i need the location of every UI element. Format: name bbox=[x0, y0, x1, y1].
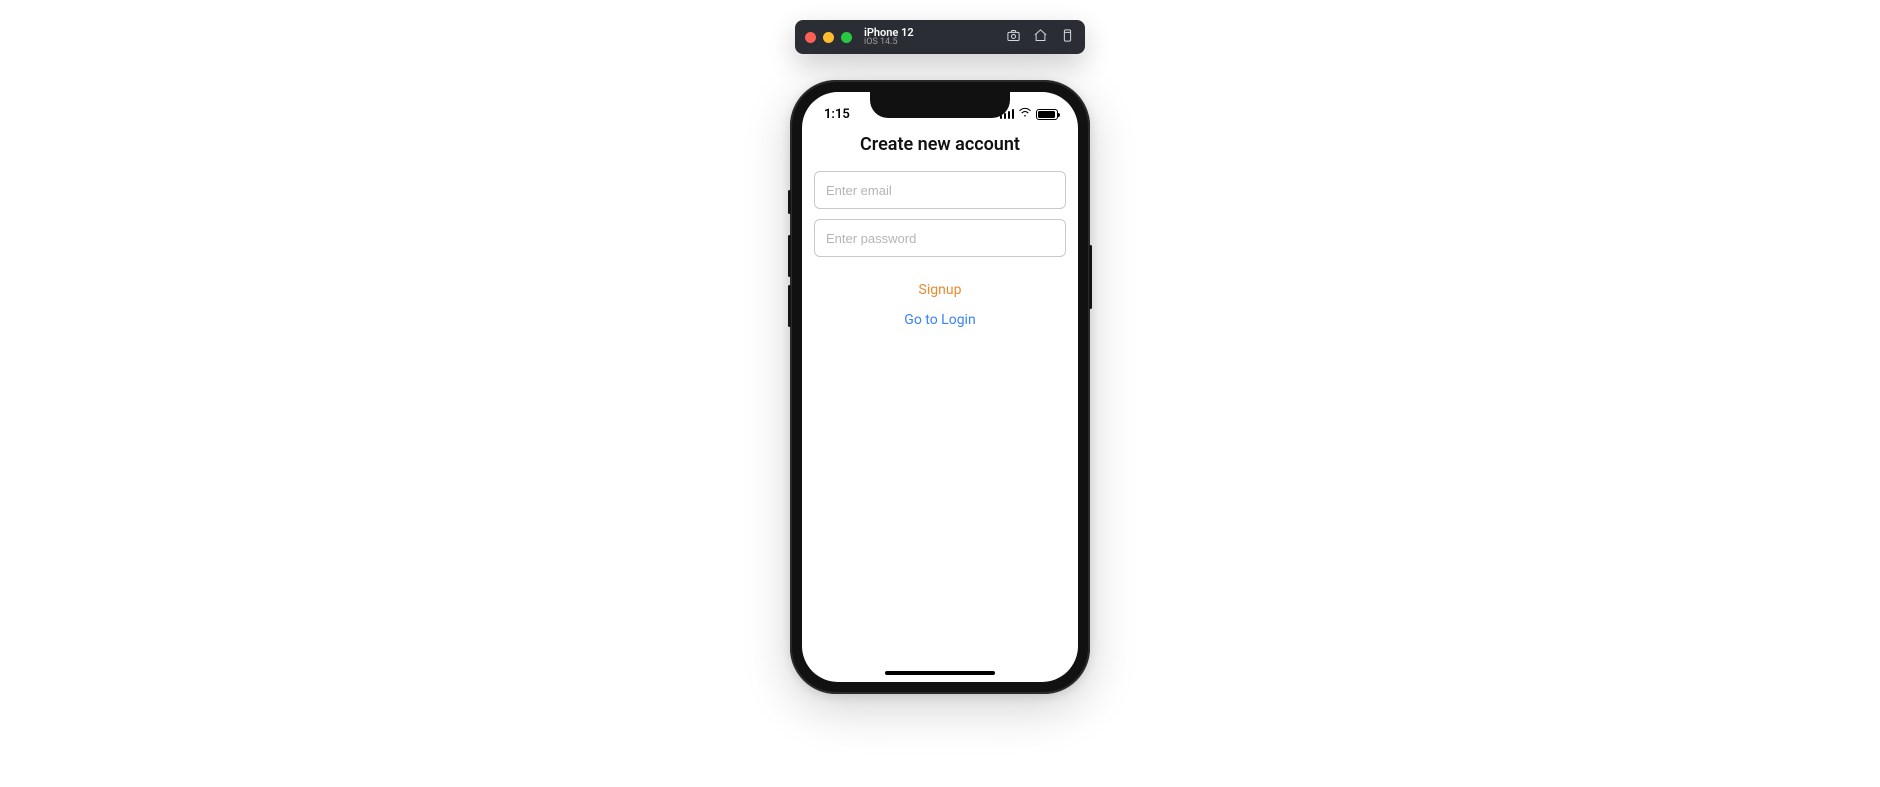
power-button bbox=[1089, 245, 1092, 309]
volume-up-button bbox=[788, 235, 791, 277]
iphone-device-frame: 1:15 Create new acc bbox=[790, 80, 1090, 694]
window-zoom-button[interactable] bbox=[841, 32, 852, 43]
window-close-button[interactable] bbox=[805, 32, 816, 43]
window-traffic-lights bbox=[805, 32, 852, 43]
rotate-icon[interactable] bbox=[1060, 28, 1075, 47]
mute-switch bbox=[788, 190, 791, 214]
simulator-title-group: iPhone 12 iOS 14.5 bbox=[864, 27, 914, 48]
password-field[interactable] bbox=[814, 219, 1066, 257]
page-title: Create new account bbox=[814, 134, 1066, 155]
email-field[interactable] bbox=[814, 171, 1066, 209]
volume-down-button bbox=[788, 285, 791, 327]
simulator-title-bar: iPhone 12 iOS 14.5 bbox=[795, 20, 1085, 54]
device-notch bbox=[870, 92, 1010, 118]
window-minimize-button[interactable] bbox=[823, 32, 834, 43]
wifi-icon bbox=[1018, 107, 1032, 122]
signup-button[interactable]: Signup bbox=[814, 277, 1066, 303]
home-indicator[interactable] bbox=[885, 671, 995, 675]
screenshot-icon[interactable] bbox=[1006, 28, 1021, 47]
signup-screen: Create new account Signup Go to Login bbox=[802, 132, 1078, 333]
device-screen: 1:15 Create new acc bbox=[802, 92, 1078, 682]
go-to-login-button[interactable]: Go to Login bbox=[814, 307, 1066, 333]
battery-icon bbox=[1036, 109, 1058, 120]
status-time: 1:15 bbox=[824, 103, 850, 122]
home-icon[interactable] bbox=[1033, 28, 1048, 47]
simulator-os-version: iOS 14.5 bbox=[864, 38, 914, 47]
